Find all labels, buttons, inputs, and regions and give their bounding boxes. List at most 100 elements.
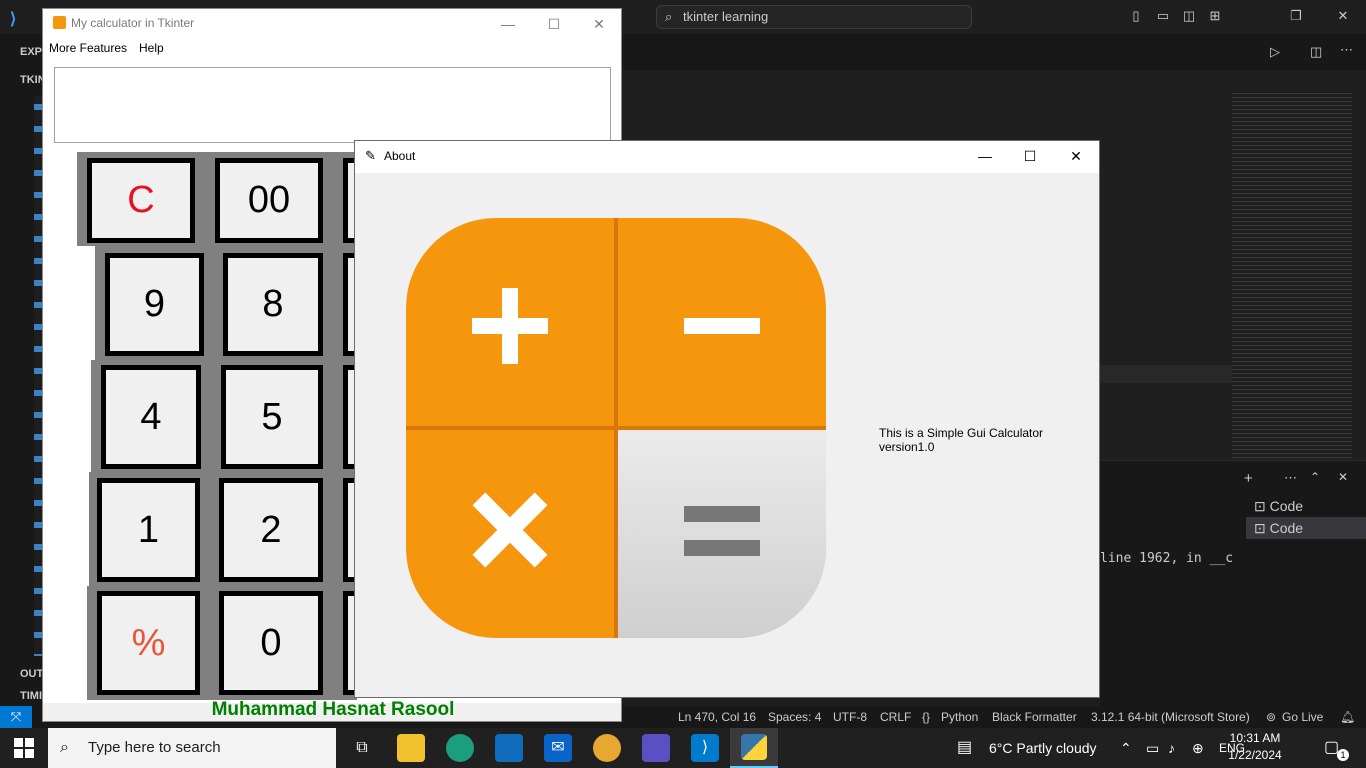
taskbar-clock[interactable]: 10:31 AM 1/22/2024	[1222, 730, 1288, 764]
terminal-item-1[interactable]: ⊡ Code	[1246, 495, 1366, 517]
clock-time: 10:31 AM	[1229, 731, 1281, 745]
run-icon[interactable]: ▷	[1270, 44, 1280, 60]
terminal-item-label: Code	[1269, 520, 1304, 536]
status-interpreter[interactable]: 3.12.1 64-bit (Microsoft Store)	[1091, 706, 1250, 728]
editor-current-line	[1100, 365, 1232, 383]
edge-browser-icon[interactable]	[446, 734, 474, 762]
customize-layout-icon[interactable]: ⊞	[1207, 8, 1223, 24]
rewards-icon[interactable]	[593, 734, 621, 762]
calculator-app-icon-large	[406, 218, 826, 638]
minus-icon	[684, 318, 760, 334]
percent-label: %	[131, 621, 166, 664]
sidebar-timeline-label[interactable]: TIMI	[20, 690, 42, 702]
calculator-titlebar[interactable]: My calculator in Tkinter — ☐ ✕	[43, 9, 621, 39]
search-icon: ⌕	[60, 739, 69, 756]
vscode-search-text: tkinter learning	[683, 9, 769, 24]
toggle-panel-icon[interactable]: ▭	[1155, 8, 1171, 24]
split-editor-icon[interactable]: ◫	[1310, 44, 1322, 60]
remote-icon[interactable]: ⤧	[0, 706, 32, 728]
close-icon[interactable]: ✕	[1053, 141, 1099, 171]
zero-button[interactable]: 0	[219, 591, 323, 695]
terminal-item-label: Code	[1269, 498, 1304, 514]
new-terminal-icon[interactable]: +	[1244, 470, 1253, 487]
status-golive[interactable]: Go Live	[1282, 706, 1323, 728]
status-language[interactable]: Python	[941, 706, 978, 728]
copilot-icon[interactable]	[642, 734, 670, 762]
notification-center-icon[interactable]: ▢	[1324, 728, 1339, 768]
vscode-editor-tabs	[622, 34, 1366, 70]
clear-button[interactable]: C	[87, 158, 195, 243]
notification-count: 1	[1337, 749, 1349, 761]
battery-icon[interactable]: ▭	[1146, 728, 1159, 768]
close-icon[interactable]: ✕	[576, 9, 622, 39]
double-zero-label: 00	[247, 179, 291, 221]
python-icon	[741, 734, 767, 760]
task-view-icon[interactable]: ⧉	[348, 734, 376, 762]
two-button[interactable]: 2	[219, 478, 323, 582]
sidebar-file-icons	[34, 96, 42, 656]
one-button[interactable]: 1	[97, 478, 200, 582]
about-window: ✎ About — ☐ ✕ This is a Simple Gui Calcu…	[354, 140, 1100, 698]
windows-start-icon[interactable]	[14, 738, 34, 758]
broadcast-icon: ⊚	[1266, 710, 1277, 724]
zero-label: 0	[260, 621, 282, 664]
braces-icon: {}	[922, 710, 931, 724]
close-panel-icon[interactable]: ✕	[1338, 470, 1348, 484]
minimize-icon[interactable]: —	[485, 9, 531, 39]
about-titlebar[interactable]: ✎ About — ☐ ✕	[355, 141, 1099, 173]
status-formatter[interactable]: Black Formatter	[992, 706, 1077, 728]
feather-icon: ✎	[365, 148, 376, 163]
percent-button[interactable]: %	[97, 591, 200, 695]
mail-icon[interactable]: ✉	[544, 734, 572, 762]
terminal-icon: ⊡	[1254, 498, 1270, 514]
nine-button[interactable]: 9	[105, 253, 204, 356]
tray-overflow-icon[interactable]: ⌃	[1120, 728, 1132, 768]
more-actions-icon[interactable]: ⋯	[1340, 42, 1353, 58]
eight-label: 8	[262, 283, 284, 325]
terminal-item-2[interactable]: ⊡ Code	[1246, 517, 1366, 539]
maximize-icon[interactable]: ☐	[531, 9, 577, 39]
one-label: 1	[137, 508, 160, 551]
status-encoding[interactable]: UTF-8	[833, 706, 867, 728]
calculator-menubar: More Features Help	[43, 39, 621, 61]
status-eol[interactable]: CRLF	[880, 706, 911, 728]
maximize-icon[interactable]: ☐	[1007, 141, 1053, 171]
status-spaces[interactable]: Spaces: 4	[768, 706, 821, 728]
five-label: 5	[261, 395, 283, 438]
terminal-output-line: line 1962, in __c	[1100, 551, 1234, 566]
vscode-minimap[interactable]	[1232, 90, 1352, 460]
file-explorer-icon[interactable]	[397, 734, 425, 762]
toggle-sidebar-icon[interactable]: ▯	[1128, 8, 1144, 24]
minimize-icon[interactable]: —	[962, 141, 1008, 171]
network-icon[interactable]: ⊕	[1192, 728, 1204, 768]
vscode-restore-icon[interactable]: ❐	[1288, 8, 1304, 24]
five-button[interactable]: 5	[221, 365, 323, 469]
menu-more-features[interactable]: More Features	[49, 41, 127, 55]
double-zero-button[interactable]: 00	[215, 158, 323, 243]
maximize-panel-icon[interactable]: ⌃	[1310, 470, 1320, 484]
volume-icon[interactable]: ♪	[1168, 728, 1175, 768]
vscode-taskbar-icon[interactable]: ⟩	[691, 734, 719, 762]
python-taskbar-button[interactable]	[730, 728, 778, 768]
weather-text[interactable]: 6°C Partly cloudy	[989, 728, 1097, 768]
calculator-display-input[interactable]	[54, 67, 611, 143]
four-label: 4	[140, 395, 162, 438]
vscode-command-search[interactable]: ⌕ tkinter learning	[656, 5, 972, 29]
menu-help[interactable]: Help	[139, 41, 164, 55]
notifications-bell-icon[interactable]: 🔔︎	[1340, 706, 1355, 728]
four-button[interactable]: 4	[101, 365, 201, 469]
toggle-secondary-sidebar-icon[interactable]: ◫	[1181, 8, 1197, 24]
weather-icon[interactable]: ▤	[957, 728, 972, 768]
about-window-title: About	[384, 149, 416, 163]
calculator-window-title: My calculator in Tkinter	[71, 16, 195, 30]
clear-button-label: C	[127, 179, 155, 221]
taskbar-search-box[interactable]: ⌕ Type here to search	[48, 728, 336, 768]
eight-button[interactable]: 8	[223, 253, 323, 356]
sidebar-outline-label[interactable]: OUT	[20, 668, 43, 680]
vscode-close-icon[interactable]: ✕	[1335, 8, 1351, 24]
panel-more-icon[interactable]: ⋯	[1284, 470, 1297, 486]
about-description: This is a Simple Gui Calculator version1…	[879, 426, 1044, 454]
microsoft-store-icon[interactable]	[495, 734, 523, 762]
status-position[interactable]: Ln 470, Col 16	[678, 706, 756, 728]
search-icon: ⌕	[665, 9, 673, 24]
